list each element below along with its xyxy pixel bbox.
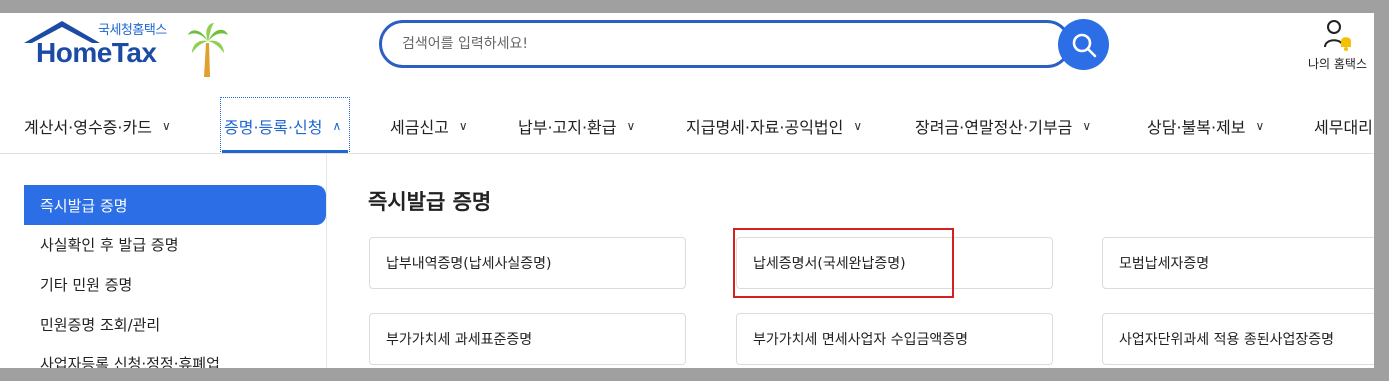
search-input[interactable] <box>402 33 1042 55</box>
nav-label: 납부·고지·환급 <box>518 118 617 137</box>
sidebar-item-label: 민원증명 조회/관리 <box>40 315 161 334</box>
my-hometax-label: 나의 홈택스 <box>1308 57 1368 71</box>
nav-label: 장려금·연말정산·기부금 <box>915 118 1073 137</box>
sidebar-item-other[interactable]: 기타 민원 증명 <box>24 264 326 304</box>
search-bar <box>379 20 1071 68</box>
nav-item-certificate[interactable]: 증명·등록·신청 ∧ <box>224 99 341 153</box>
nav-label: 상담·불복·제보 <box>1147 118 1246 137</box>
sidebar-item-label: 기타 민원 증명 <box>40 275 133 294</box>
nav-label: 지급명세·자료·공익법인 <box>686 118 844 137</box>
nav-item-tax-report[interactable]: 세금신고 ∨ <box>390 99 468 153</box>
card-model-taxpayer[interactable]: 모범납세자증명 <box>1102 237 1374 289</box>
chevron-down-icon: ∨ <box>1255 119 1265 133</box>
sidebar-item-inquiry[interactable]: 민원증명 조회/관리 <box>24 304 326 344</box>
sidebar-item-label: 즉시발급 증명 <box>40 196 128 215</box>
nav-label: 증명·등록·신청 <box>224 118 323 137</box>
nav-item-incentive[interactable]: 장려금·연말정산·기부금 ∨ <box>915 99 1091 153</box>
sidebar-item-fact-check[interactable]: 사실확인 후 발급 증명 <box>24 224 326 264</box>
chevron-down-icon: ∨ <box>1082 119 1092 133</box>
hometax-logo[interactable]: 국세청홈택스 HomeTax <box>22 19 232 81</box>
sidebar-item-business-registration[interactable]: 사업자등록 신청·정정·휴폐업 <box>24 343 326 369</box>
nav-label: 세금신고 <box>390 118 449 137</box>
my-hometax-button[interactable]: 나의 홈택스 <box>1302 17 1374 73</box>
sidebar-item-label: 사업자등록 신청·정정·휴폐업 <box>40 354 220 369</box>
nav-item-agent[interactable]: 세무대리·납 <box>1314 99 1374 153</box>
card-label: 납부내역증명(납세사실증명) <box>386 256 552 272</box>
nav-label: 세무대리·납 <box>1314 118 1374 137</box>
palm-tree-icon <box>188 23 228 77</box>
highlight-box <box>733 228 954 298</box>
chevron-down-icon: ∨ <box>853 119 863 133</box>
card-vat-exempt-income[interactable]: 부가가치세 면세사업자 수입금액증명 <box>736 313 1053 365</box>
nav-item-consult[interactable]: 상담·불복·제보 ∨ <box>1147 99 1264 153</box>
nav-item-payment[interactable]: 납부·고지·환급 ∨ <box>518 99 635 153</box>
logo-subtitle: 국세청홈택스 <box>98 23 167 38</box>
card-label: 부가가치세 과세표준증명 <box>386 332 533 348</box>
chevron-down-icon: ∨ <box>161 119 171 133</box>
card-payment-history[interactable]: 납부내역증명(납세사실증명) <box>369 237 686 289</box>
search-button[interactable] <box>1058 19 1109 70</box>
user-bell-icon <box>1324 20 1351 51</box>
main-nav: 계산서·영수증·카드 ∨ 증명·등록·신청 ∧ 세금신고 ∨ 납부·고지·환급 ∨ 지급… <box>0 99 1374 153</box>
card-branch-business[interactable]: 사업자단위과세 적용 종된사업장증명 <box>1102 313 1374 365</box>
chevron-up-icon: ∧ <box>332 119 342 133</box>
sidebar-item-instant-issue[interactable]: 즉시발급 증명 <box>24 185 326 225</box>
chevron-down-icon: ∨ <box>626 119 636 133</box>
card-label: 부가가치세 면세사업자 수입금액증명 <box>753 332 968 348</box>
chevron-down-icon: ∨ <box>458 119 468 133</box>
search-icon <box>1072 33 1097 58</box>
nav-label: 계산서·영수증·카드 <box>24 118 152 137</box>
nav-item-invoice[interactable]: 계산서·영수증·카드 ∨ <box>24 99 171 153</box>
page: 국세청홈택스 HomeTax 나의 홈택스 계 <box>0 13 1374 368</box>
card-label: 모범납세자증명 <box>1119 256 1210 272</box>
sidebar-item-label: 사실확인 후 발급 증명 <box>40 235 179 254</box>
logo-title: HomeTax <box>36 37 157 68</box>
card-vat-tax-base[interactable]: 부가가치세 과세표준증명 <box>369 313 686 365</box>
card-label: 사업자단위과세 적용 종된사업장증명 <box>1119 332 1334 348</box>
section-title: 즉시발급 증명 <box>368 190 492 214</box>
nav-item-statement[interactable]: 지급명세·자료·공익법인 ∨ <box>686 99 862 153</box>
